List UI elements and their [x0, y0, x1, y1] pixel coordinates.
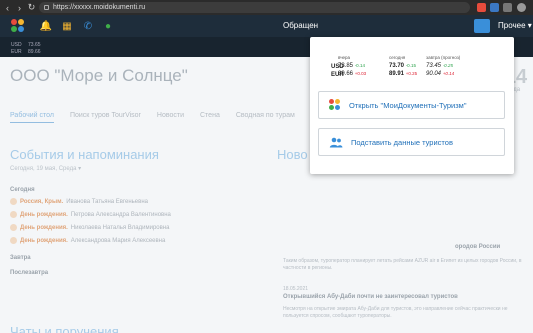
- add-button[interactable]: [474, 19, 490, 33]
- people-icon: [329, 136, 343, 148]
- usd-today: 73.70 -0.15: [389, 63, 416, 69]
- news-headline[interactable]: ородов России: [455, 244, 530, 250]
- appeals-menu[interactable]: Обращен: [283, 21, 318, 30]
- bell-icon[interactable]: 🔔: [40, 20, 52, 32]
- forward-icon[interactable]: ›: [15, 0, 24, 15]
- eur-yesterday: 89.66 +0.03: [338, 71, 367, 77]
- tab-tourvisor[interactable]: Поиск туров TourVisor: [70, 112, 141, 123]
- tab-wall[interactable]: Стена: [200, 112, 220, 123]
- tab-desktop[interactable]: Рабочий стол: [10, 112, 54, 123]
- eur-today: 89.91 +0.25: [389, 71, 418, 77]
- calculator-icon[interactable]: ▦: [61, 20, 73, 32]
- chats-title: Чаты и поручения: [10, 324, 119, 333]
- col-tomorrow: завтра (прогноз): [426, 55, 461, 60]
- chat-icon[interactable]: ●: [102, 20, 114, 32]
- group-today: Сегодня: [10, 187, 35, 193]
- tab-news[interactable]: Новости: [157, 112, 184, 123]
- reload-icon[interactable]: ↻: [27, 0, 36, 15]
- eur-label: EUR: [11, 49, 22, 55]
- dots-logo-icon[interactable]: [11, 19, 27, 33]
- event-item[interactable]: Россия, Крым. Иванова Татьяна Евгеньевна: [10, 198, 148, 205]
- news-title: Ново: [277, 147, 308, 162]
- usd-label: USD: [11, 42, 22, 48]
- eur-value: 89.66: [28, 49, 41, 55]
- page-tabs: Рабочий стол Поиск туров TourVisor Новос…: [10, 112, 295, 123]
- events-title: События и напоминания: [10, 147, 159, 162]
- usd-value: 73.65: [28, 42, 41, 48]
- group-day-after: Послезавтра: [10, 270, 49, 276]
- extensions-puzzle-icon[interactable]: [503, 3, 512, 12]
- address-bar[interactable]: https://xxxxx.moidokumenti.ru: [39, 2, 470, 13]
- fill-tourists-button[interactable]: Подставить данные туристов: [318, 128, 505, 156]
- news-text: Несмотря на открытие эмирата Абу-Даби дл…: [283, 306, 508, 319]
- open-app-label: Открыть "МоиДокументы-Туризм": [349, 100, 467, 110]
- news-headline[interactable]: Открывшийся Абу-Даби почти не заинтересо…: [283, 294, 458, 300]
- profile-icon[interactable]: [517, 3, 526, 12]
- eur-tomorrow: 90.04 +0.14: [426, 71, 455, 77]
- extension-popup: вчера сегодня завтра (прогноз) USD 73.85…: [310, 37, 514, 174]
- company-title: ООО "Море и Солнце": [10, 66, 188, 85]
- usd-tomorrow: 73.45 -0.25: [426, 63, 453, 69]
- more-menu[interactable]: Прочее ▾: [498, 21, 532, 30]
- col-today: сегодня: [389, 55, 406, 60]
- site-header: 🔔 ▦ ✆ ● Обращен Прочее ▾: [0, 15, 533, 37]
- url-text: https://xxxxx.moidokumenti.ru: [53, 4, 146, 11]
- phone-icon[interactable]: ✆: [82, 20, 94, 32]
- news-date: 18.05.2021: [283, 286, 309, 292]
- events-date-filter[interactable]: Сегодня, 19 мая, Среда ▾: [10, 165, 81, 172]
- dots-logo-icon: [329, 99, 341, 111]
- extension-icon[interactable]: [490, 3, 499, 12]
- tab-summary[interactable]: Сводная по турам: [236, 112, 295, 123]
- usd-yesterday: 73.85 -0.14: [338, 63, 365, 69]
- lock-icon: [44, 5, 49, 10]
- group-tomorrow: Завтра: [10, 255, 31, 261]
- event-item[interactable]: День рождения. Петрова Александра Валенти…: [10, 211, 171, 218]
- open-app-button[interactable]: Открыть "МоиДокументы-Туризм": [318, 91, 505, 119]
- event-item[interactable]: День рождения. Николаева Наталья Владимир…: [10, 224, 169, 231]
- fill-tourists-label: Подставить данные туристов: [351, 137, 453, 147]
- extension-moidokumenti-icon[interactable]: [477, 3, 486, 12]
- news-text: Таким образом, туроператор планирует лет…: [283, 258, 522, 271]
- back-icon[interactable]: ‹: [3, 0, 12, 15]
- col-yesterday: вчера: [338, 55, 351, 60]
- event-item[interactable]: День рождения. Александрова Мария Алексее…: [10, 237, 165, 244]
